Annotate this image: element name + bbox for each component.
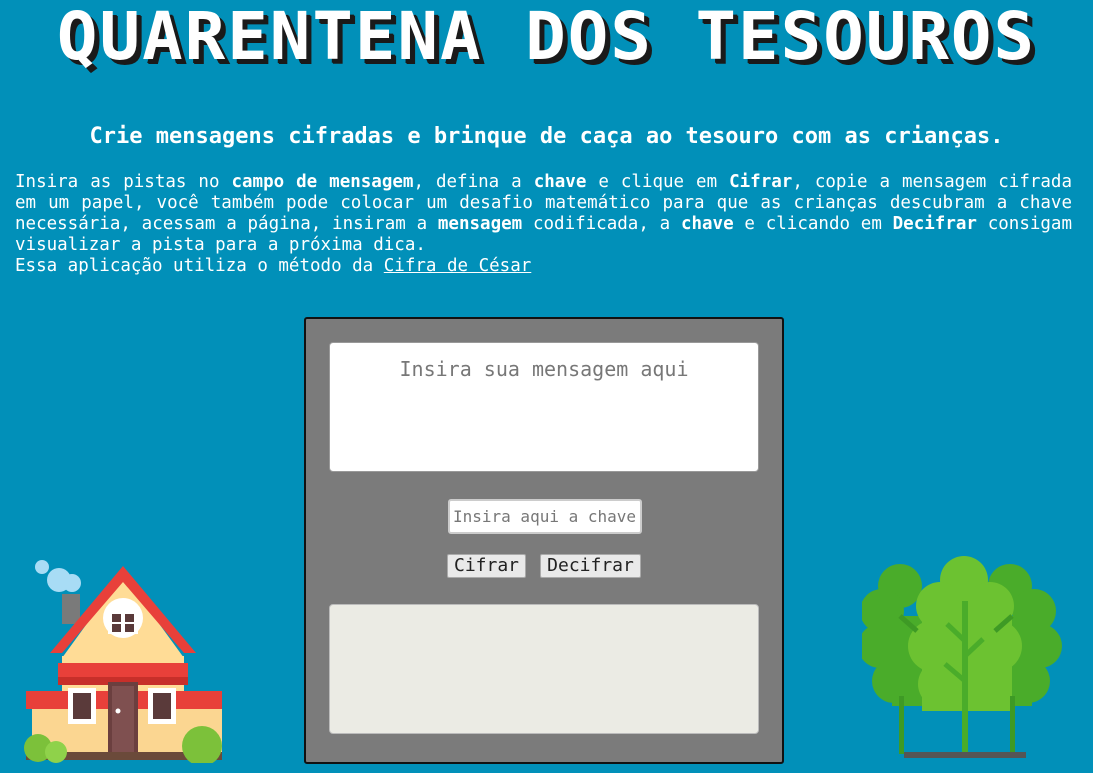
intro-bold: chave (680, 214, 734, 234)
intro-text: codificada, a (522, 214, 681, 234)
site-logo: QUARENTENA DOS TESOUROS (56, 0, 1037, 75)
intro-text: e clique em (586, 172, 730, 192)
intro-bold: mensagem (437, 214, 523, 234)
intro-bold: Cifrar (729, 172, 793, 192)
intro-bold: chave (533, 172, 587, 192)
intro-text: , defina a (413, 172, 534, 192)
house-icon (24, 560, 222, 763)
instructions-text: Insira as pistas no campo de mensagem, d… (15, 172, 1072, 277)
cipher-panel: Insira sua mensagem aqui Insira aqui a c… (304, 317, 784, 764)
intro-text: Essa aplicação utiliza o método da (15, 256, 384, 276)
output-area[interactable] (329, 604, 759, 734)
encrypt-button[interactable]: Cifrar (447, 554, 526, 578)
trees-icon (862, 556, 1062, 758)
decrypt-button[interactable]: Decifrar (540, 554, 641, 578)
method-line: Essa aplicação utiliza o método da Cifra… (15, 256, 1072, 277)
message-input[interactable]: Insira sua mensagem aqui (329, 342, 759, 472)
intro-bold: campo de mensagem (231, 172, 414, 192)
caesar-cipher-link[interactable]: Cifra de César (384, 256, 532, 276)
page-subtitle: Crie mensagens cifradas e brinque de caç… (89, 124, 1004, 149)
intro-bold: Decifrar (892, 214, 977, 234)
intro-text: e clicando em (733, 214, 893, 234)
key-input[interactable]: Insira aqui a chave (448, 499, 642, 534)
intro-text: Insira as pistas no (15, 172, 232, 192)
